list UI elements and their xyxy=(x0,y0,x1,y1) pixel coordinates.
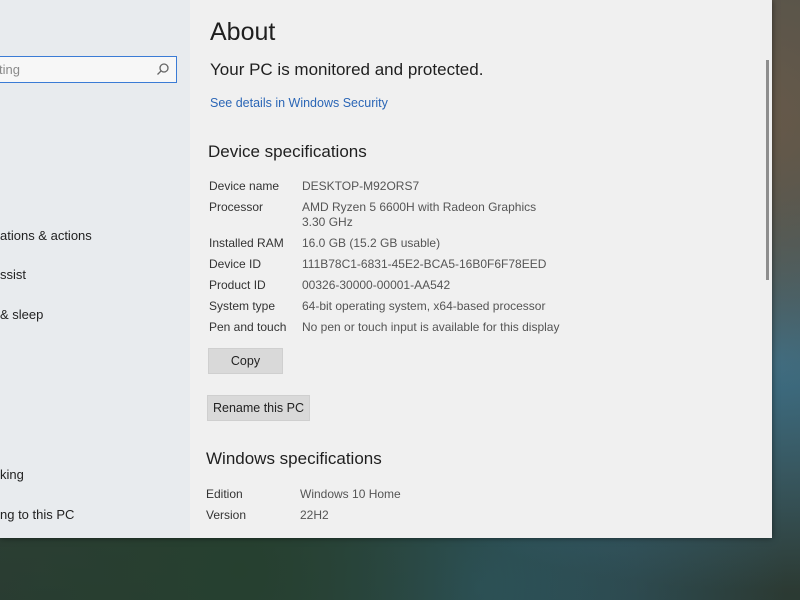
sidebar-item-power-sleep[interactable]: & sleep xyxy=(0,307,43,322)
sidebar-item-focus-assist[interactable]: ssist xyxy=(0,267,26,282)
security-link[interactable]: See details in Windows Security xyxy=(210,96,388,110)
spec-label: Device ID xyxy=(209,257,262,271)
rename-pc-button[interactable]: Rename this PC xyxy=(207,395,310,421)
spec-label: System type xyxy=(209,299,276,313)
spec-label: Version xyxy=(206,508,247,522)
page-title: About xyxy=(210,18,276,46)
search-icon[interactable] xyxy=(156,62,170,76)
device-specs-heading: Device specifications xyxy=(208,142,367,161)
main-content: About Your PC is monitored and protected… xyxy=(190,0,760,538)
spec-value: DESKTOP-M92ORS7 xyxy=(302,179,420,193)
spec-value: 00326-30000-00001-AA542 xyxy=(302,278,451,292)
spec-value: No pen or touch input is available for t… xyxy=(302,320,560,334)
sidebar-item-notifications[interactable]: ations & actions xyxy=(0,228,92,243)
spec-label: Pen and touch xyxy=(209,320,287,334)
search-placeholder: ting xyxy=(0,62,20,77)
spec-label: Processor xyxy=(209,200,264,214)
copy-button[interactable]: Copy xyxy=(208,348,283,374)
spec-value: 111B78C1-6831-45E2-BCA5-16B0F6F78EED xyxy=(302,257,547,271)
protection-status: Your PC is monitored and protected. xyxy=(210,60,484,79)
spec-value: AMD Ryzen 5 6600H with Radeon Graphics xyxy=(302,200,537,214)
spec-label: Product ID xyxy=(209,278,266,292)
spec-label: Edition xyxy=(206,487,243,501)
settings-window: ting ations & actions ssist & sleep king… xyxy=(0,0,772,538)
spec-value: 16.0 GB (15.2 GB usable) xyxy=(302,236,441,250)
spec-value: Windows 10 Home xyxy=(300,487,401,501)
spec-value: 64-bit operating system, x64-based proce… xyxy=(302,299,546,313)
search-input[interactable]: ting xyxy=(0,56,177,83)
spec-value: 22H2 xyxy=(300,508,329,522)
spec-label: Installed RAM xyxy=(209,236,284,250)
windows-specs-heading: Windows specifications xyxy=(206,449,382,468)
spec-label: Device name xyxy=(209,179,280,193)
scrollbar[interactable] xyxy=(766,60,769,280)
sidebar: ting ations & actions ssist & sleep king… xyxy=(0,0,190,538)
sidebar-item-multitasking[interactable]: king xyxy=(0,467,24,482)
sidebar-item-projecting[interactable]: ng to this PC xyxy=(0,507,74,522)
spec-value-line2: 3.30 GHz xyxy=(302,215,353,229)
